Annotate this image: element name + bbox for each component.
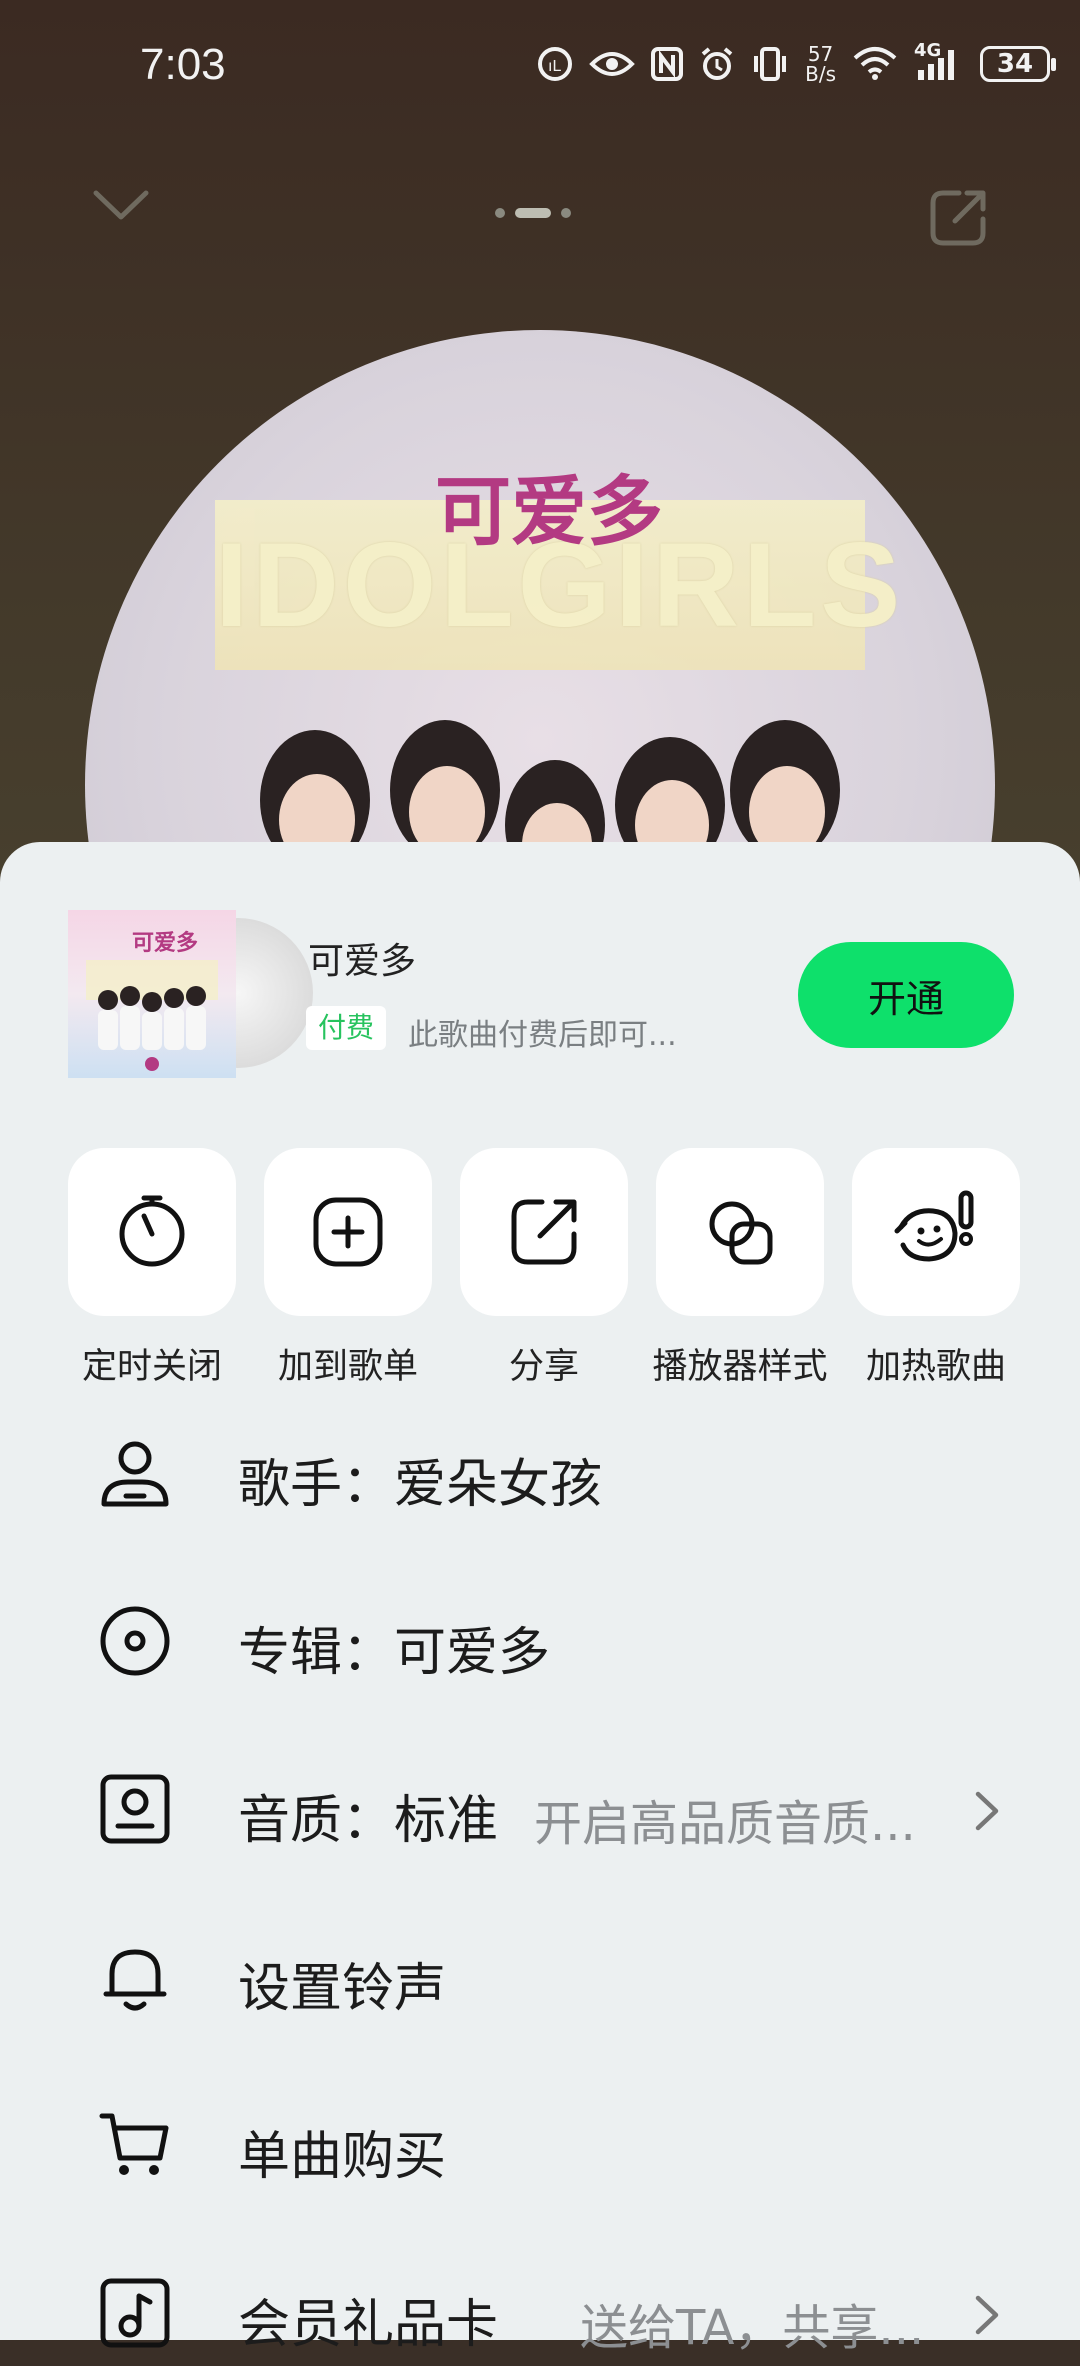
menu-ringtone[interactable]: 设置铃声 xyxy=(0,1920,1080,2030)
share-icon xyxy=(930,190,986,246)
menu-gift-card[interactable]: 会员礼品卡 送给TA，共享... xyxy=(0,2256,1080,2366)
menu-album-label: 专辑：可爱多 xyxy=(238,1623,551,1683)
album-icon xyxy=(100,1606,170,1676)
wifi-icon xyxy=(853,47,897,80)
action-label: 定时关闭 xyxy=(81,1347,222,1387)
share-button-top[interactable] xyxy=(925,185,991,255)
action-player-style[interactable]: 播放器样式 xyxy=(642,1148,838,1389)
cover-art: 可爱多 xyxy=(86,930,218,1071)
song-description: 此歌曲付费后即可... xyxy=(408,1018,677,1053)
status-bar: 7:03 ıL 57 B/s 4G 34 xyxy=(0,0,1080,140)
bell-icon xyxy=(103,1949,167,2011)
quality-icon xyxy=(100,1774,170,1844)
svg-text:ıL: ıL xyxy=(548,58,561,75)
menu-quality-hint: 开启高品质音质... xyxy=(534,1796,916,1852)
action-add-playlist-box[interactable] xyxy=(264,1148,432,1316)
page-dot xyxy=(561,208,571,218)
open-membership-button[interactable]: 开通 xyxy=(798,942,1014,1048)
timer-icon xyxy=(119,1195,185,1267)
status-time: 7:03 xyxy=(140,40,226,89)
chevron-right-icon xyxy=(975,2295,999,2335)
action-boost-song[interactable]: 加热歌曲 xyxy=(838,1148,1034,1389)
vibrate-icon xyxy=(754,47,787,81)
action-share-box[interactable] xyxy=(460,1148,628,1316)
menu-artist[interactable]: 歌手：爱朵女孩 xyxy=(0,1416,1080,1526)
action-label: 播放器样式 xyxy=(652,1347,828,1387)
song-info-row: 可爱多 可爱多 付费 此歌曲付费后即可... 开通 xyxy=(68,910,1028,1080)
action-share[interactable]: 分享 xyxy=(446,1148,642,1389)
action-label: 分享 xyxy=(508,1347,579,1387)
menu-gift-card-hint: 送给TA，共享... xyxy=(580,2300,925,2356)
menu-gift-card-label: 会员礼品卡 xyxy=(238,2295,499,2355)
chevron-right-icon xyxy=(975,1791,999,1831)
menu-album[interactable]: 专辑：可爱多 xyxy=(0,1584,1080,1694)
action-add-playlist[interactable]: 加到歌单 xyxy=(250,1148,446,1389)
menu-artist-label: 歌手：爱朵女孩 xyxy=(238,1455,603,1515)
svg-text:可爱多: 可爱多 xyxy=(132,930,198,956)
action-timer[interactable]: 定时关闭 xyxy=(54,1148,250,1389)
player-style-icon xyxy=(709,1201,773,1265)
paid-badge: 付费 xyxy=(306,1006,387,1050)
cart-icon xyxy=(99,2113,169,2175)
battery-icon: 34 xyxy=(980,46,1056,82)
net-speed: 57 B/s xyxy=(805,42,836,86)
signal-icon xyxy=(918,50,954,80)
nfc-like-icon: ıL xyxy=(538,47,573,81)
album-logo: 可爱多 xyxy=(435,467,663,556)
song-cover[interactable]: 可爱多 xyxy=(68,910,236,1078)
eye-icon xyxy=(589,52,635,76)
status-icons: ıL 57 B/s 4G 34 xyxy=(537,40,1056,86)
action-player-style-box[interactable] xyxy=(656,1148,824,1316)
menu-quality[interactable]: 音质：标准 开启高品质音质... xyxy=(0,1752,1080,1862)
alarm-icon xyxy=(701,47,733,80)
chevron-down-icon xyxy=(93,190,149,220)
menu-buy-single[interactable]: 单曲购买 xyxy=(0,2088,1080,2198)
signal-group: 4G xyxy=(914,40,964,82)
gift-card-icon xyxy=(100,2278,170,2348)
action-label: 加热歌曲 xyxy=(865,1347,1006,1387)
menu-buy-single-label: 单曲购买 xyxy=(238,2127,447,2187)
page-dot-active xyxy=(515,208,551,218)
action-timer-box[interactable] xyxy=(68,1148,236,1316)
menu-ringtone-label: 设置铃声 xyxy=(238,1959,447,2019)
page-dot xyxy=(495,208,505,218)
boost-song-icon xyxy=(894,1190,974,1262)
artist-icon xyxy=(101,1441,169,1507)
more-options-sheet: 可爱多 可爱多 付费 此歌曲付费后即可... 开通 定时关闭 加到歌单 分享 播… xyxy=(0,842,1080,2356)
menu-quality-label: 音质：标准 xyxy=(238,1791,499,1851)
nfc-icon xyxy=(651,47,684,81)
share-icon xyxy=(511,1199,577,1265)
collapse-button[interactable] xyxy=(90,185,152,229)
song-title: 可爱多 xyxy=(308,941,417,982)
add-to-playlist-icon xyxy=(313,1197,383,1267)
page-indicator xyxy=(495,208,571,218)
action-label: 加到歌单 xyxy=(277,1347,418,1387)
action-boost-song-box[interactable] xyxy=(852,1148,1020,1316)
